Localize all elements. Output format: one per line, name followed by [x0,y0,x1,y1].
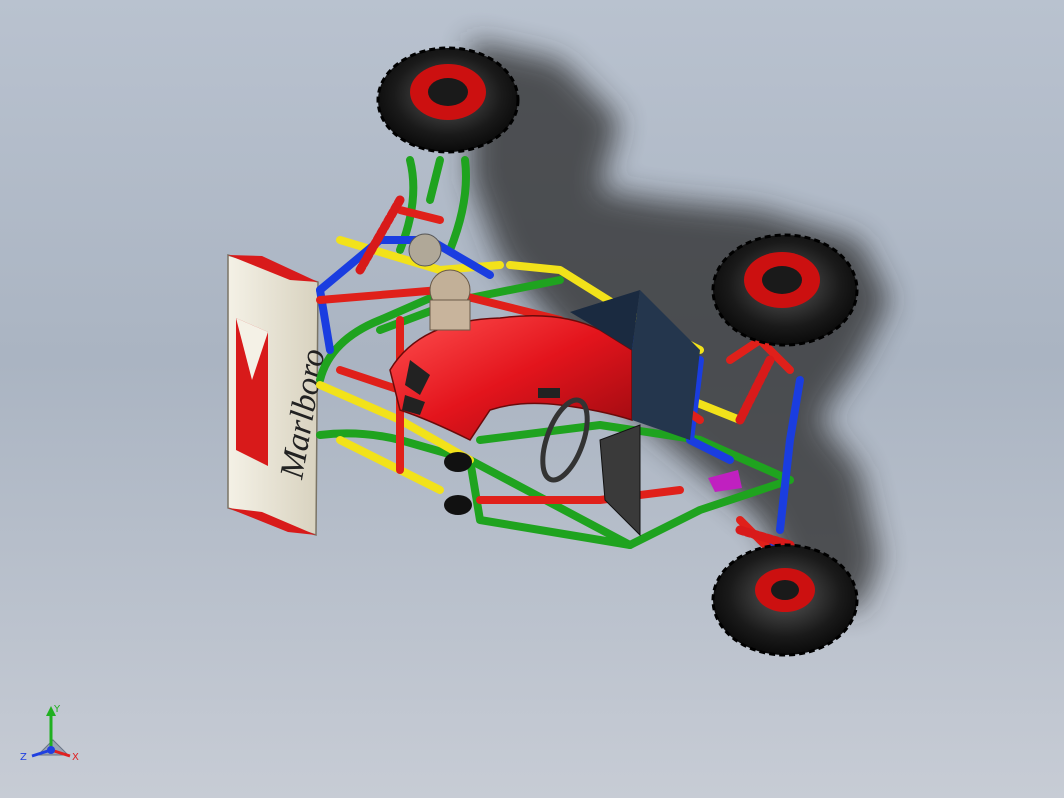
wheel-rear-right [711,543,859,657]
coordinate-triad: Y X Z [20,704,79,763]
triad-origin [47,746,55,754]
steering-wheel [540,397,590,483]
front-plate [599,424,641,537]
y-axis-label: Y [53,704,61,715]
x-axis-label: X [72,752,79,763]
wheel-front-left [376,46,520,154]
z-axis-label: Z [20,752,27,763]
buggy-assembly-model[interactable]: Marlboro [0,0,1064,798]
wheel-front-right [711,233,859,347]
rear-wing: Marlboro [227,253,333,537]
3d-graphics-viewport[interactable]: Marlboro Y X Z [0,0,1064,798]
mount-part [444,452,472,472]
mount-part [444,495,472,515]
